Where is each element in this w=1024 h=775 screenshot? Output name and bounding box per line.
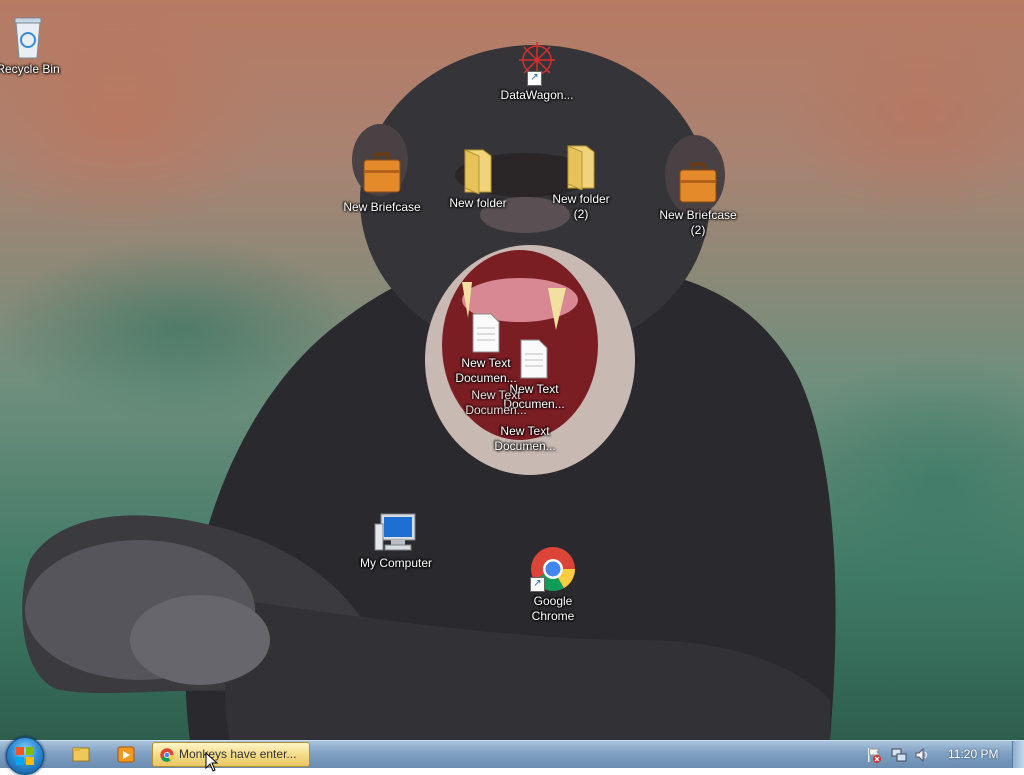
desktop-icon-recycle-bin[interactable]: Recycle Bin (0, 14, 76, 77)
datawagon-shortcut-icon: ↗ (515, 38, 559, 86)
icon-label: DataWagon... (500, 88, 574, 102)
icon-label: New Briefcase (343, 200, 421, 214)
taskbar: Monkeys have enter... 11:20 PM (0, 737, 1024, 775)
shortcut-arrow-icon: ↗ (527, 71, 542, 86)
start-button[interactable] (6, 737, 44, 775)
media-player-icon (117, 746, 135, 763)
icon-label: Google Chrome (531, 594, 575, 623)
desktop-icon-text-document-3[interactable]: New Text Documen... (448, 388, 544, 418)
file-explorer-icon (72, 747, 90, 762)
icon-label: New folder (449, 196, 507, 210)
windows-logo-icon (16, 747, 34, 765)
show-desktop-button[interactable] (1012, 741, 1024, 768)
desktop-icon-new-folder[interactable]: New folder (430, 146, 526, 211)
network-icon[interactable] (891, 747, 907, 763)
shortcut-arrow-icon: ↗ (530, 577, 545, 592)
taskbar-pinned-media-player[interactable] (110, 743, 142, 767)
taskbar-window-title: Monkeys have enter... (179, 747, 297, 761)
taskbar-pinned-file-explorer[interactable] (65, 743, 97, 767)
folder-icon (461, 146, 495, 195)
chrome-icon (160, 748, 174, 762)
desktop-icon-datawagon[interactable]: ↗ DataWagon... (489, 38, 585, 103)
desktop-icon-new-briefcase-2[interactable]: New Briefcase (2) (650, 158, 746, 238)
icon-label: New Text Documen... (494, 424, 556, 453)
desktop-icon-new-folder-2[interactable]: New folder (2) (533, 142, 629, 222)
folder-icon (564, 142, 598, 191)
taskbar-clock[interactable]: 11:20 PM (948, 747, 998, 761)
desktop-icon-new-briefcase[interactable]: New Briefcase (334, 148, 430, 215)
chrome-icon: ↗ (530, 546, 576, 592)
mouse-cursor-icon (205, 752, 219, 772)
icon-label: New folder (2) (552, 192, 610, 221)
volume-icon[interactable] (914, 747, 930, 763)
desktop-icon-text-document-4[interactable]: New Text Documen... (477, 424, 573, 454)
icon-label: New Briefcase (2) (659, 208, 737, 237)
desktop-icon-my-computer[interactable]: My Computer (348, 512, 444, 571)
briefcase-icon (678, 158, 718, 206)
icon-label: New Text Documen... (465, 388, 527, 417)
action-center-flag-icon[interactable] (866, 747, 882, 763)
taskbar-window-chrome[interactable]: Monkeys have enter... (152, 742, 310, 767)
desktop-icon-google-chrome[interactable]: ↗ Google Chrome (505, 546, 601, 624)
text-document-icon (519, 338, 549, 380)
recycle-bin-icon (12, 14, 44, 60)
icon-label: My Computer (359, 556, 433, 570)
icon-label: Recycle Bin (0, 62, 60, 76)
my-computer-icon (373, 512, 419, 554)
briefcase-icon (362, 148, 402, 198)
